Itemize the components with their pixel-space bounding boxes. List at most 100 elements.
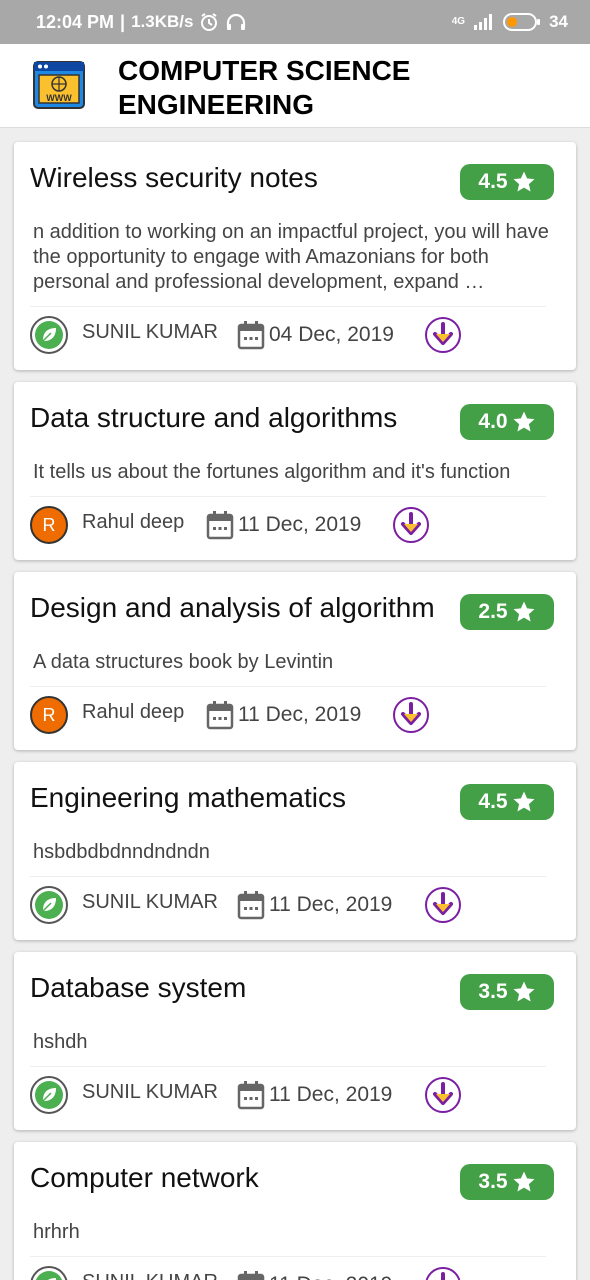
note-date: 11 Dec, 2019 bbox=[206, 696, 361, 734]
divider bbox=[30, 876, 546, 877]
note-card[interactable]: Engineering mathematics 4.5 hsbdbdbdnndn… bbox=[14, 762, 576, 940]
author-name: SUNIL KUMAR bbox=[82, 321, 218, 343]
note-meta: R Rahul deep 11 Dec, 2019 bbox=[30, 696, 560, 736]
status-bar: 12:04 PM | 1.3KB/s 4G 34 bbox=[0, 0, 590, 44]
download-icon bbox=[425, 887, 461, 923]
network-type: 4G bbox=[451, 16, 466, 27]
note-card[interactable]: Database system 3.5 hshdh SUNIL KUMAR 11… bbox=[14, 952, 576, 1130]
leaf-icon bbox=[35, 1271, 63, 1280]
alarm-icon bbox=[201, 13, 218, 31]
note-date: 11 Dec, 2019 bbox=[237, 1266, 392, 1280]
star-icon bbox=[513, 601, 535, 622]
note-meta: SUNIL KUMAR 04 Dec, 2019 bbox=[30, 316, 560, 356]
note-description: hshdh bbox=[33, 1031, 88, 1053]
leaf-icon bbox=[35, 321, 63, 349]
note-date: 11 Dec, 2019 bbox=[237, 1076, 392, 1114]
note-description: n addition to working on an impactful pr… bbox=[33, 221, 549, 293]
status-speed: 1.3KB/s bbox=[131, 12, 194, 31]
rating-value: 4.5 bbox=[478, 170, 508, 193]
author-name: SUNIL KUMAR bbox=[82, 1271, 218, 1280]
divider bbox=[30, 496, 546, 497]
calendar-icon bbox=[237, 1081, 265, 1110]
avatar: R bbox=[30, 506, 68, 544]
note-card[interactable]: Wireless security notes 4.5 n addition t… bbox=[14, 142, 576, 370]
note-description: A data structures book by Levintin bbox=[33, 651, 334, 673]
avatar bbox=[30, 1266, 68, 1280]
note-description: hsbdbdbdnndndndn bbox=[33, 841, 210, 863]
app-bar: WWW COMPUTER SCIENCE ENGINEERING bbox=[0, 44, 590, 128]
rating-value: 4.5 bbox=[478, 790, 508, 813]
note-meta: SUNIL KUMAR 11 Dec, 2019 bbox=[30, 1266, 560, 1280]
download-icon bbox=[425, 1267, 461, 1280]
svg-text:WWW: WWW bbox=[46, 93, 72, 103]
avatar: R bbox=[30, 696, 68, 734]
rating-badge: 3.5 bbox=[460, 974, 554, 1010]
note-description: hrhrh bbox=[33, 1221, 80, 1243]
note-date: 04 Dec, 2019 bbox=[237, 316, 394, 354]
star-icon bbox=[513, 411, 535, 432]
download-button[interactable] bbox=[424, 1076, 462, 1114]
calendar-icon bbox=[206, 701, 234, 730]
note-title: Database system bbox=[30, 972, 247, 1003]
page-title: COMPUTER SCIENCE ENGINEERING bbox=[118, 55, 411, 120]
note-meta: SUNIL KUMAR 11 Dec, 2019 bbox=[30, 886, 560, 926]
note-card[interactable]: Data structure and algorithms 4.0 It tel… bbox=[14, 382, 576, 560]
download-button[interactable] bbox=[392, 506, 430, 544]
battery-level: 34 bbox=[549, 12, 568, 31]
download-button[interactable] bbox=[392, 696, 430, 734]
download-icon bbox=[425, 317, 461, 353]
signal-icon bbox=[474, 14, 493, 30]
note-card[interactable]: Design and analysis of algorithm 2.5 A d… bbox=[14, 572, 576, 750]
note-meta: SUNIL KUMAR 11 Dec, 2019 bbox=[30, 1076, 560, 1116]
divider bbox=[30, 306, 546, 307]
author-name: SUNIL KUMAR bbox=[82, 1081, 218, 1103]
divider bbox=[30, 1066, 546, 1067]
status-time: 12:04 PM bbox=[36, 11, 115, 32]
rating-value: 4.0 bbox=[478, 410, 508, 433]
calendar-icon bbox=[237, 1271, 265, 1280]
rating-value: 3.5 bbox=[478, 1170, 508, 1193]
author-name: Rahul deep bbox=[82, 701, 185, 723]
headphones-icon bbox=[227, 13, 246, 30]
note-title: Data structure and algorithms bbox=[30, 402, 398, 433]
note-card[interactable]: Computer network 3.5 hrhrh SUNIL KUMAR 1… bbox=[14, 1142, 576, 1280]
avatar bbox=[30, 1076, 68, 1114]
note-description: It tells us about the fortunes algorithm… bbox=[33, 461, 511, 483]
avatar bbox=[30, 316, 68, 354]
star-icon bbox=[513, 791, 535, 812]
download-button[interactable] bbox=[424, 316, 462, 354]
rating-value: 3.5 bbox=[478, 980, 508, 1003]
download-button[interactable] bbox=[424, 1266, 462, 1280]
note-title: Wireless security notes bbox=[30, 162, 318, 193]
star-icon bbox=[513, 171, 535, 192]
download-icon bbox=[393, 697, 429, 733]
calendar-icon bbox=[206, 511, 234, 540]
web-logo-icon: WWW bbox=[33, 61, 85, 109]
download-icon bbox=[425, 1077, 461, 1113]
battery-icon bbox=[503, 13, 541, 31]
star-icon bbox=[513, 1171, 535, 1192]
note-title: Design and analysis of algorithm bbox=[30, 592, 435, 623]
avatar bbox=[30, 886, 68, 924]
note-title: Computer network bbox=[30, 1162, 259, 1193]
rating-badge: 3.5 bbox=[460, 1164, 554, 1200]
note-date: 11 Dec, 2019 bbox=[206, 506, 361, 544]
download-icon bbox=[393, 507, 429, 543]
rating-badge: 4.5 bbox=[460, 784, 554, 820]
leaf-icon bbox=[35, 1081, 63, 1109]
rating-badge: 4.0 bbox=[460, 404, 554, 440]
author-name: Rahul deep bbox=[82, 511, 185, 533]
note-title: Engineering mathematics bbox=[30, 782, 346, 813]
note-meta: R Rahul deep 11 Dec, 2019 bbox=[30, 506, 560, 546]
rating-badge: 4.5 bbox=[460, 164, 554, 200]
star-icon bbox=[513, 981, 535, 1002]
leaf-icon bbox=[35, 891, 63, 919]
download-button[interactable] bbox=[424, 886, 462, 924]
calendar-icon bbox=[237, 891, 265, 920]
divider bbox=[30, 686, 546, 687]
author-name: SUNIL KUMAR bbox=[82, 891, 218, 913]
divider bbox=[30, 1256, 546, 1257]
rating-badge: 2.5 bbox=[460, 594, 554, 630]
rating-value: 2.5 bbox=[478, 600, 508, 623]
calendar-icon bbox=[237, 321, 265, 350]
